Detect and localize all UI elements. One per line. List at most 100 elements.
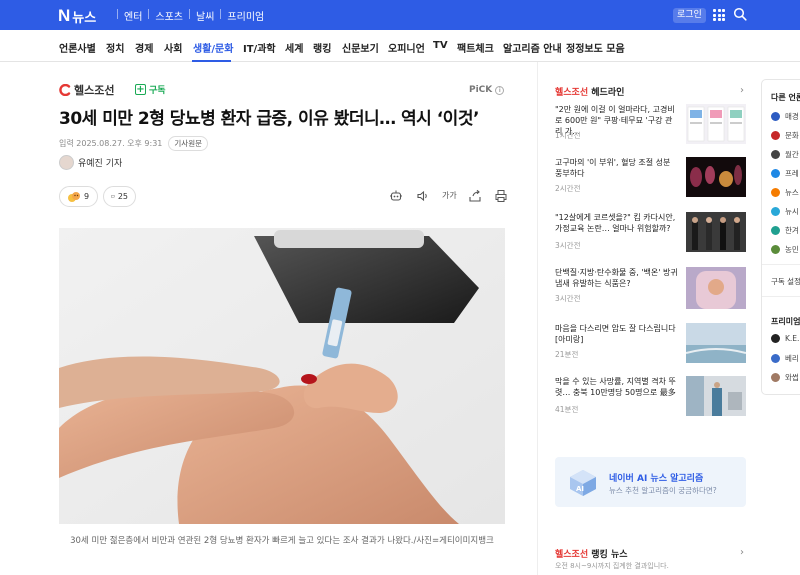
health-chosun-logo-icon xyxy=(59,84,71,96)
login-button[interactable]: 로그인 xyxy=(673,8,706,23)
tab-corrections[interactable]: 정정보도 모음 xyxy=(566,40,625,55)
apps-grid-icon[interactable] xyxy=(713,9,725,21)
tab-life-culture[interactable]: 생활/문화 xyxy=(193,40,233,55)
tab-opinion[interactable]: 오피니언 xyxy=(388,40,425,55)
nav-divider xyxy=(220,9,222,19)
search-icon[interactable] xyxy=(733,7,747,21)
ranking-title[interactable]: 헬스조선 랭킹 뉴스 xyxy=(555,547,628,560)
pick-label: PiCK xyxy=(469,85,493,95)
article-headline: 30세 미만 2형 당뇨병 환자 급증, 이유 봤더니… 역시 ‘이것’ xyxy=(59,109,479,129)
nav-weather[interactable]: 날씨 xyxy=(196,8,214,23)
tab-society[interactable]: 사회 xyxy=(164,40,182,55)
tab-world[interactable]: 세계 xyxy=(285,40,303,55)
category-bar: 언론사별 정치 경제 사회 생활/문화 IT/과학 세계 랭킹 신문보기 오피니… xyxy=(0,30,800,62)
comment-button[interactable]: 25 xyxy=(103,186,136,207)
headline-time: 3시간전 xyxy=(555,241,581,250)
subscribe-settings-label: 구독 설정 xyxy=(771,277,800,286)
press-logo[interactable]: 헬스조선 xyxy=(59,82,114,98)
headline-time: 41분전 xyxy=(555,405,579,414)
press-link-label: 뉴스 xyxy=(785,188,799,197)
tab-factcheck[interactable]: 팩트체크 xyxy=(457,40,494,55)
reporter[interactable]: 유예진 기자 xyxy=(59,155,122,170)
headline-text: "12살에게 코르셋을?" 킴 카다시안, 가정교육 논란… 얼마나 위험할까? xyxy=(555,213,676,233)
press-link-label: 농민 xyxy=(785,245,799,254)
tab-by-press[interactable]: 언론사별 xyxy=(59,40,96,55)
ranking-press: 헬스조선 xyxy=(555,550,589,560)
svg-text:AI: AI xyxy=(576,485,584,493)
top-bar: N 뉴스 엔터 스포츠 날씨 프리미엄 로그인 xyxy=(0,0,800,30)
press-link-label: 뉴시 xyxy=(785,207,799,216)
divider xyxy=(762,296,800,297)
tab-newspaper[interactable]: 신문보기 xyxy=(342,40,379,55)
chevron-right-icon[interactable]: › xyxy=(740,547,744,558)
headline-thumbnail xyxy=(686,376,746,416)
tts-robot-icon[interactable] xyxy=(389,189,403,203)
headlines-title-text: 헤드라인 xyxy=(591,88,625,98)
ai-banner-subtitle: 뉴스 추천 알고리즘이 궁금하다면? xyxy=(609,486,717,495)
premium-link-label: K.E. xyxy=(785,334,800,343)
press-link[interactable]: 뉴시 xyxy=(771,206,799,217)
tab-it-science[interactable]: IT/과학 xyxy=(243,40,276,55)
press-logo-icon xyxy=(771,245,780,254)
premium-link-label: 베리 xyxy=(785,354,799,363)
tab-algorithm[interactable]: 알고리즘 안내 xyxy=(503,40,562,55)
naver-n-logo: N xyxy=(58,6,71,25)
press-link[interactable]: 농민 xyxy=(771,244,799,255)
headline-time: 3시간전 xyxy=(555,294,581,303)
press-link-label: 프레 xyxy=(785,169,799,178)
press-logo-icon xyxy=(771,131,780,140)
nav-premium[interactable]: 프리미엄 xyxy=(227,8,264,23)
chevron-right-icon[interactable]: › xyxy=(740,85,744,96)
reaction-count: 9 xyxy=(84,192,90,201)
original-article-button[interactable]: 기사원문 xyxy=(168,136,208,151)
press-link[interactable]: 매경 xyxy=(771,111,799,122)
tab-economy[interactable]: 경제 xyxy=(135,40,153,55)
divider xyxy=(762,264,800,265)
headline-time: 1시간전 xyxy=(555,131,581,140)
nav-divider xyxy=(189,9,191,19)
press-link-label: 한겨 xyxy=(785,226,799,235)
photo-caption: 30세 미만 젊은층에서 비만과 연관된 2형 당뇨병 환자가 빠르게 늘고 있… xyxy=(70,536,494,546)
headline-text: 단백질·지방·탄수화물 중, '백온' 방귀 냄새 유발하는 식품은? xyxy=(555,268,678,288)
press-link[interactable]: 월간 xyxy=(771,149,799,160)
press-link[interactable]: 프레 xyxy=(771,168,799,179)
headline-thumbnail xyxy=(686,157,746,197)
reporter-avatar xyxy=(59,155,74,170)
tab-tv[interactable]: TV xyxy=(433,40,448,51)
tab-ranking[interactable]: 랭킹 xyxy=(313,40,331,55)
nav-entertainment[interactable]: 엔터 xyxy=(124,8,142,23)
tab-politics[interactable]: 정치 xyxy=(106,40,124,55)
subscribe-settings-link[interactable]: 구독 설정 xyxy=(771,276,800,287)
press-link[interactable]: 문화 xyxy=(771,130,799,141)
nav-divider xyxy=(117,9,118,19)
ranking-subtitle: 오전 8시~9시까지 집계한 결과입니다. xyxy=(555,562,669,570)
plus-icon: + xyxy=(135,84,146,95)
reaction-button[interactable]: 9 xyxy=(59,186,98,207)
press-logo-icon xyxy=(771,169,780,178)
headlines-title[interactable]: 헬스조선 헤드라인 xyxy=(555,85,624,98)
ai-algorithm-banner[interactable]: AI 네이버 AI 뉴스 알고리즘 뉴스 추천 알고리즘이 궁금하다면? xyxy=(555,457,746,507)
nav-sports[interactable]: 스포츠 xyxy=(155,8,183,23)
share-icon[interactable] xyxy=(468,189,482,203)
ai-banner-title: 네이버 AI 뉴스 알고리즘 xyxy=(609,474,704,484)
print-icon[interactable] xyxy=(494,189,508,203)
nav-divider xyxy=(148,9,150,19)
premium-link[interactable]: K.E. xyxy=(771,334,799,343)
reporter-name: 유예진 기자 xyxy=(78,159,123,169)
naver-news-logo[interactable]: N 뉴스 xyxy=(58,6,96,26)
subscribe-button[interactable]: + 구독 xyxy=(135,83,166,96)
premium-link[interactable]: 와썹 xyxy=(771,372,799,383)
active-tab-indicator xyxy=(192,60,231,62)
ai-cube-icon: AI xyxy=(570,470,596,496)
premium-link[interactable]: 베리 xyxy=(771,353,799,364)
headline-thumbnail xyxy=(686,104,746,144)
press-link-label: 매경 xyxy=(785,112,799,121)
press-link[interactable]: 한겨 xyxy=(771,225,799,236)
info-icon[interactable]: i xyxy=(495,85,505,95)
speaker-icon[interactable] xyxy=(416,189,430,203)
press-logo-icon xyxy=(771,207,780,216)
font-size-button[interactable]: 가가 xyxy=(442,190,457,204)
news-logo-text: 뉴스 xyxy=(72,10,97,26)
press-link[interactable]: 뉴스 xyxy=(771,187,799,198)
press-logo-icon xyxy=(771,188,780,197)
